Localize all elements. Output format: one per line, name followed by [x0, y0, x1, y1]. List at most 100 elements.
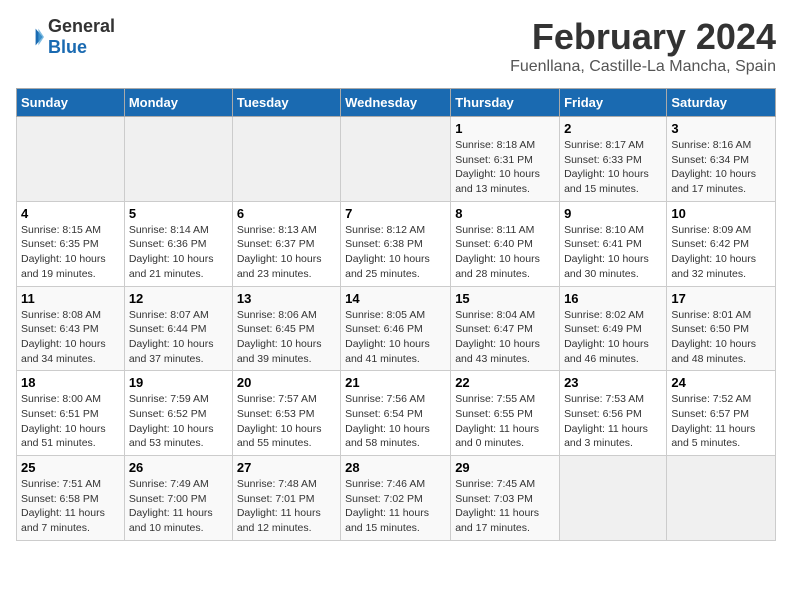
calendar-cell — [667, 456, 776, 541]
day-number: 29 — [455, 460, 555, 475]
calendar-cell: 2 Sunrise: 8:17 AM Sunset: 6:33 PM Daylig… — [560, 117, 667, 202]
day-number: 26 — [129, 460, 228, 475]
day-number: 1 — [455, 121, 555, 136]
calendar-week-2: 4 Sunrise: 8:15 AM Sunset: 6:35 PM Daylig… — [17, 201, 776, 286]
day-number: 3 — [671, 121, 771, 136]
calendar-cell: 10 Sunrise: 8:09 AM Sunset: 6:42 PM Dayli… — [667, 201, 776, 286]
calendar-cell — [124, 117, 232, 202]
day-info: Sunrise: 8:18 AM Sunset: 6:31 PM Dayligh… — [455, 138, 555, 197]
day-number: 21 — [345, 375, 446, 390]
calendar-cell — [341, 117, 451, 202]
calendar-cell: 25 Sunrise: 7:51 AM Sunset: 6:58 PM Dayli… — [17, 456, 125, 541]
calendar-cell: 11Sunrise: 8:08 AM Sunset: 6:43 PM Dayli… — [17, 286, 125, 371]
calendar-cell: 28 Sunrise: 7:46 AM Sunset: 7:02 PM Dayli… — [341, 456, 451, 541]
calendar-cell — [560, 456, 667, 541]
day-info: Sunrise: 8:00 AM Sunset: 6:51 PM Dayligh… — [21, 392, 120, 451]
calendar-week-5: 25 Sunrise: 7:51 AM Sunset: 6:58 PM Dayli… — [17, 456, 776, 541]
day-info: Sunrise: 7:53 AM Sunset: 6:56 PM Dayligh… — [564, 392, 662, 451]
day-info: Sunrise: 8:10 AM Sunset: 6:41 PM Dayligh… — [564, 223, 662, 282]
day-info: Sunrise: 8:15 AM Sunset: 6:35 PM Dayligh… — [21, 223, 120, 282]
day-info: Sunrise: 7:57 AM Sunset: 6:53 PM Dayligh… — [237, 392, 336, 451]
day-number: 27 — [237, 460, 336, 475]
calendar-cell: 23 Sunrise: 7:53 AM Sunset: 6:56 PM Dayli… — [560, 371, 667, 456]
day-info: Sunrise: 7:46 AM Sunset: 7:02 PM Dayligh… — [345, 477, 446, 536]
calendar-week-4: 18 Sunrise: 8:00 AM Sunset: 6:51 PM Dayli… — [17, 371, 776, 456]
calendar-cell: 8 Sunrise: 8:11 AM Sunset: 6:40 PM Daylig… — [451, 201, 560, 286]
calendar-cell: 13 Sunrise: 8:06 AM Sunset: 6:45 PM Dayli… — [232, 286, 340, 371]
day-info: Sunrise: 7:56 AM Sunset: 6:54 PM Dayligh… — [345, 392, 446, 451]
day-info: Sunrise: 8:09 AM Sunset: 6:42 PM Dayligh… — [671, 223, 771, 282]
calendar-cell: 16 Sunrise: 8:02 AM Sunset: 6:49 PM Dayli… — [560, 286, 667, 371]
header-day-saturday: Saturday — [667, 89, 776, 117]
header: General Blue February 2024 Fuenllana, Ca… — [16, 16, 776, 76]
day-number: 19 — [129, 375, 228, 390]
day-number: 13 — [237, 291, 336, 306]
day-info: Sunrise: 8:13 AM Sunset: 6:37 PM Dayligh… — [237, 223, 336, 282]
day-info: Sunrise: 7:59 AM Sunset: 6:52 PM Dayligh… — [129, 392, 228, 451]
day-info: Sunrise: 8:05 AM Sunset: 6:46 PM Dayligh… — [345, 308, 446, 367]
day-number: 4 — [21, 206, 120, 221]
day-number: 14 — [345, 291, 446, 306]
calendar-cell: 15 Sunrise: 8:04 AM Sunset: 6:47 PM Dayli… — [451, 286, 560, 371]
calendar-cell: 18 Sunrise: 8:00 AM Sunset: 6:51 PM Dayli… — [17, 371, 125, 456]
day-number: 25 — [21, 460, 120, 475]
calendar-cell: 27 Sunrise: 7:48 AM Sunset: 7:01 PM Dayli… — [232, 456, 340, 541]
day-number: 12 — [129, 291, 228, 306]
calendar-cell: 9Sunrise: 8:10 AM Sunset: 6:41 PM Daylig… — [560, 201, 667, 286]
calendar-header-row: SundayMondayTuesdayWednesdayThursdayFrid… — [17, 89, 776, 117]
calendar-week-1: 1 Sunrise: 8:18 AM Sunset: 6:31 PM Daylig… — [17, 117, 776, 202]
calendar-cell — [17, 117, 125, 202]
day-info: Sunrise: 8:06 AM Sunset: 6:45 PM Dayligh… — [237, 308, 336, 367]
day-info: Sunrise: 8:02 AM Sunset: 6:49 PM Dayligh… — [564, 308, 662, 367]
day-number: 23 — [564, 375, 662, 390]
day-number: 20 — [237, 375, 336, 390]
day-info: Sunrise: 7:49 AM Sunset: 7:00 PM Dayligh… — [129, 477, 228, 536]
day-info: Sunrise: 7:55 AM Sunset: 6:55 PM Dayligh… — [455, 392, 555, 451]
day-number: 28 — [345, 460, 446, 475]
calendar-cell: 21 Sunrise: 7:56 AM Sunset: 6:54 PM Dayli… — [341, 371, 451, 456]
calendar-cell: 24Sunrise: 7:52 AM Sunset: 6:57 PM Dayli… — [667, 371, 776, 456]
calendar-cell: 26 Sunrise: 7:49 AM Sunset: 7:00 PM Dayli… — [124, 456, 232, 541]
title-area: February 2024 Fuenllana, Castille-La Man… — [510, 16, 776, 76]
calendar-week-3: 11Sunrise: 8:08 AM Sunset: 6:43 PM Dayli… — [17, 286, 776, 371]
calendar-cell: 14 Sunrise: 8:05 AM Sunset: 6:46 PM Dayli… — [341, 286, 451, 371]
calendar-cell: 5Sunrise: 8:14 AM Sunset: 6:36 PM Daylig… — [124, 201, 232, 286]
day-number: 15 — [455, 291, 555, 306]
day-number: 18 — [21, 375, 120, 390]
day-info: Sunrise: 8:17 AM Sunset: 6:33 PM Dayligh… — [564, 138, 662, 197]
calendar-cell: 4 Sunrise: 8:15 AM Sunset: 6:35 PM Daylig… — [17, 201, 125, 286]
header-day-thursday: Thursday — [451, 89, 560, 117]
calendar-cell: 17Sunrise: 8:01 AM Sunset: 6:50 PM Dayli… — [667, 286, 776, 371]
calendar-cell: 12 Sunrise: 8:07 AM Sunset: 6:44 PM Dayli… — [124, 286, 232, 371]
day-info: Sunrise: 8:11 AM Sunset: 6:40 PM Dayligh… — [455, 223, 555, 282]
header-day-friday: Friday — [560, 89, 667, 117]
day-info: Sunrise: 7:48 AM Sunset: 7:01 PM Dayligh… — [237, 477, 336, 536]
day-info: Sunrise: 8:12 AM Sunset: 6:38 PM Dayligh… — [345, 223, 446, 282]
calendar-cell: 7 Sunrise: 8:12 AM Sunset: 6:38 PM Daylig… — [341, 201, 451, 286]
day-number: 22 — [455, 375, 555, 390]
day-number: 8 — [455, 206, 555, 221]
calendar-cell — [232, 117, 340, 202]
month-title: February 2024 — [510, 16, 776, 58]
day-info: Sunrise: 8:14 AM Sunset: 6:36 PM Dayligh… — [129, 223, 228, 282]
day-info: Sunrise: 8:07 AM Sunset: 6:44 PM Dayligh… — [129, 308, 228, 367]
header-day-sunday: Sunday — [17, 89, 125, 117]
day-number: 7 — [345, 206, 446, 221]
day-info: Sunrise: 8:01 AM Sunset: 6:50 PM Dayligh… — [671, 308, 771, 367]
calendar-cell: 1 Sunrise: 8:18 AM Sunset: 6:31 PM Daylig… — [451, 117, 560, 202]
location-title: Fuenllana, Castille-La Mancha, Spain — [510, 58, 776, 76]
day-number: 16 — [564, 291, 662, 306]
header-day-tuesday: Tuesday — [232, 89, 340, 117]
calendar-cell: 6Sunrise: 8:13 AM Sunset: 6:37 PM Daylig… — [232, 201, 340, 286]
day-info: Sunrise: 7:52 AM Sunset: 6:57 PM Dayligh… — [671, 392, 771, 451]
calendar-cell: 19 Sunrise: 7:59 AM Sunset: 6:52 PM Dayli… — [124, 371, 232, 456]
calendar-cell: 20 Sunrise: 7:57 AM Sunset: 6:53 PM Dayli… — [232, 371, 340, 456]
day-info: Sunrise: 8:04 AM Sunset: 6:47 PM Dayligh… — [455, 308, 555, 367]
calendar-cell: 3Sunrise: 8:16 AM Sunset: 6:34 PM Daylig… — [667, 117, 776, 202]
logo: General Blue — [16, 16, 115, 58]
header-day-wednesday: Wednesday — [341, 89, 451, 117]
day-info: Sunrise: 7:51 AM Sunset: 6:58 PM Dayligh… — [21, 477, 120, 536]
header-day-monday: Monday — [124, 89, 232, 117]
day-number: 2 — [564, 121, 662, 136]
day-number: 10 — [671, 206, 771, 221]
